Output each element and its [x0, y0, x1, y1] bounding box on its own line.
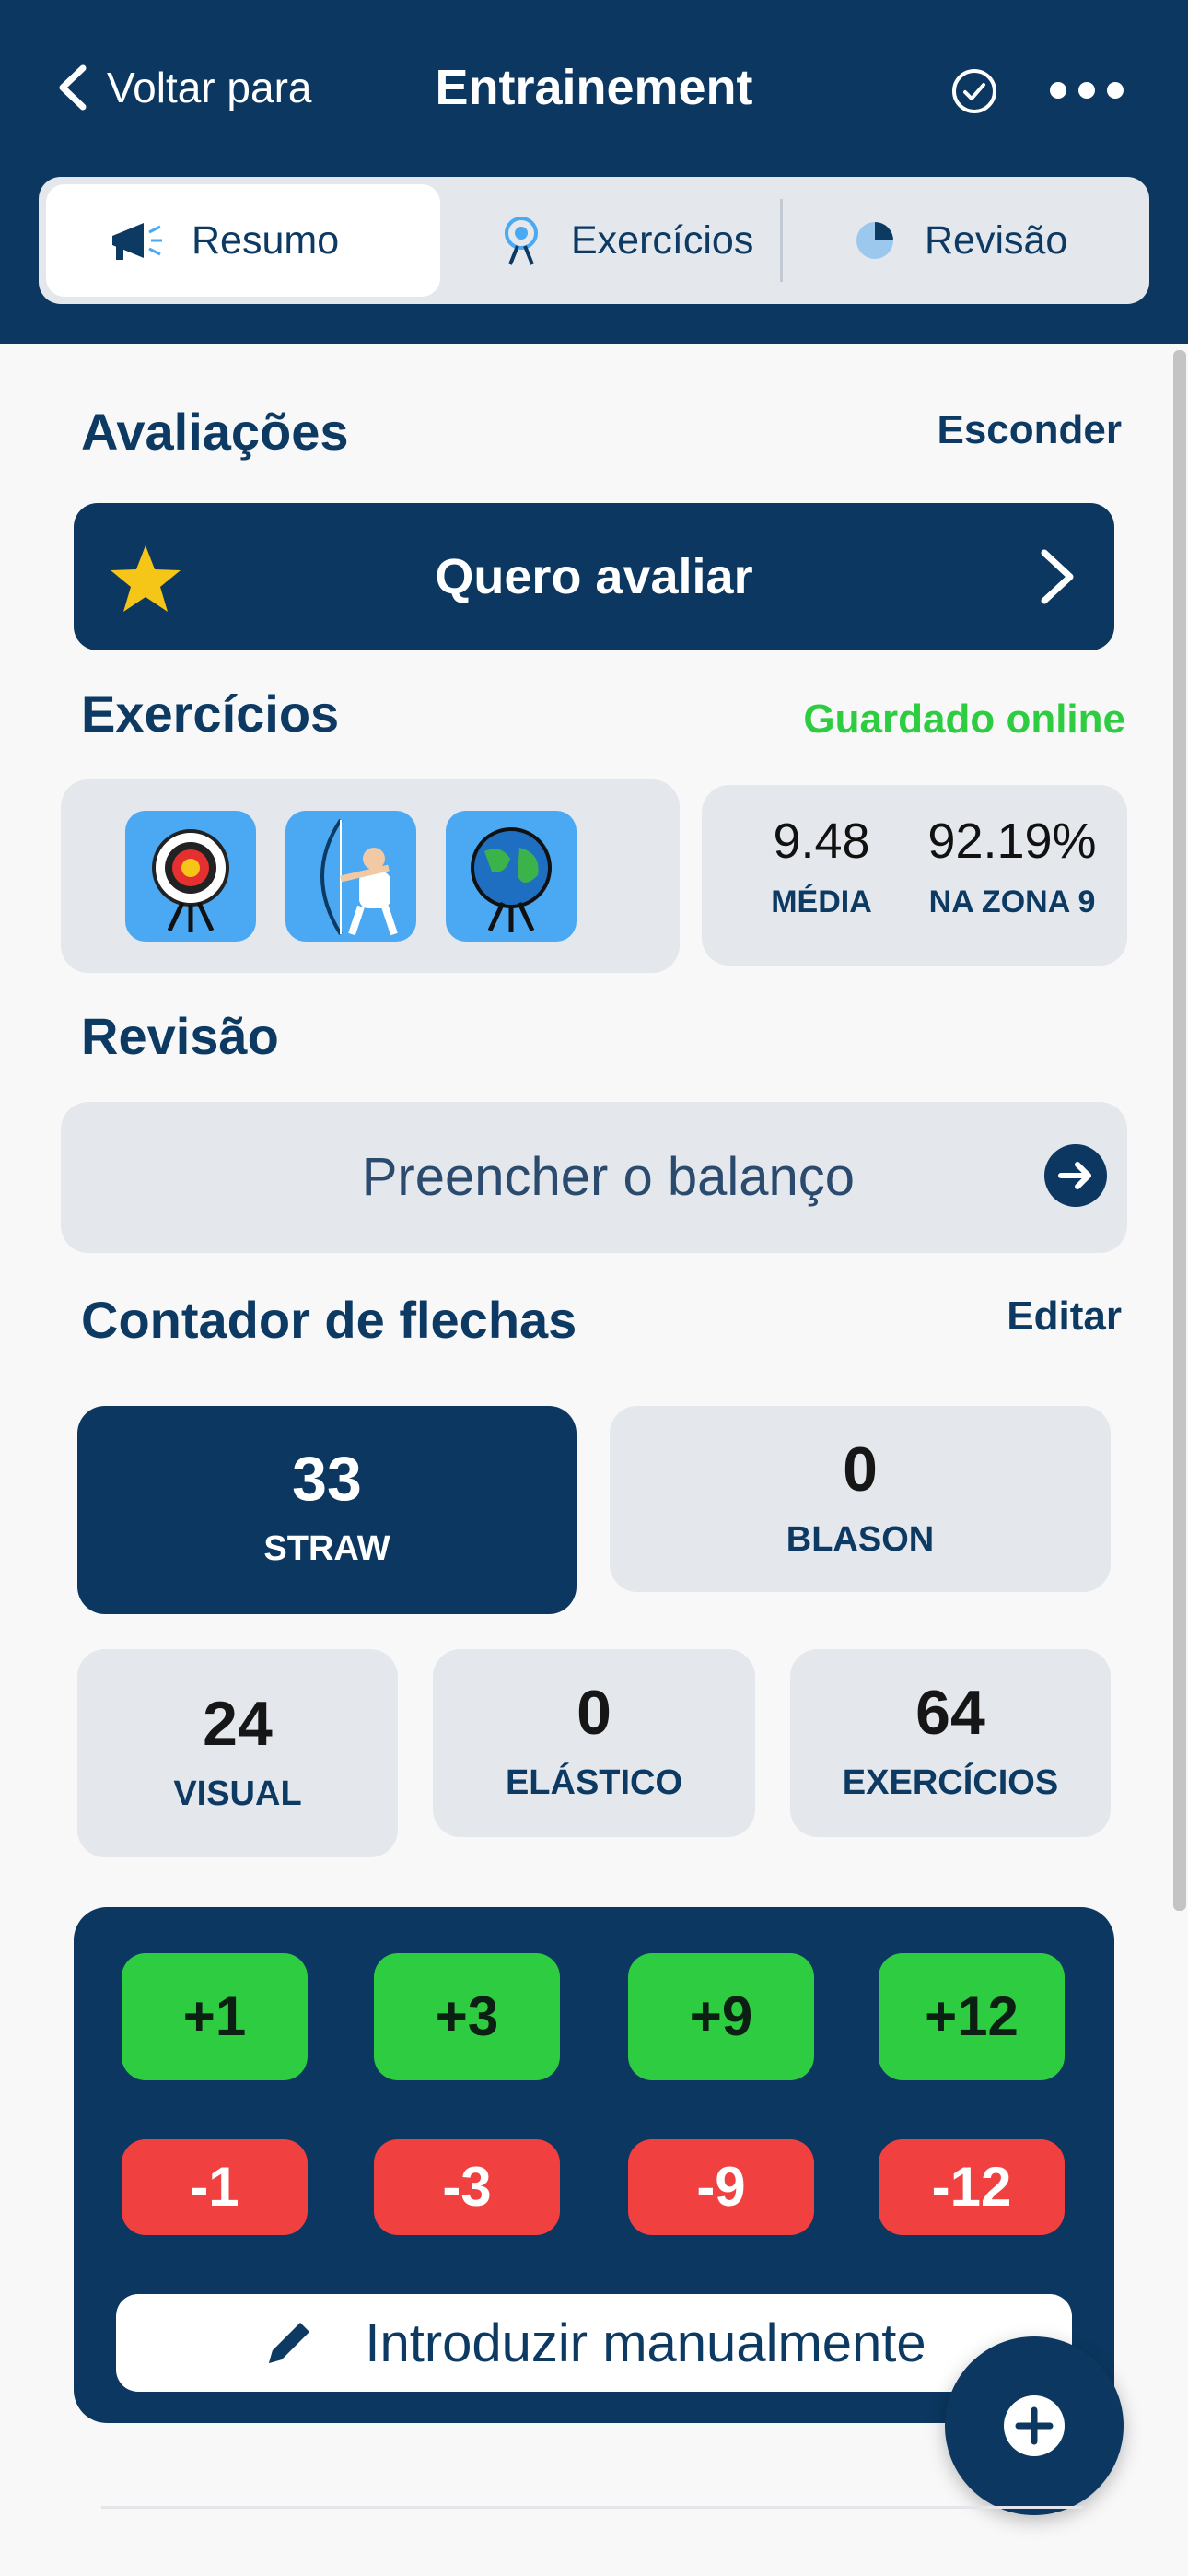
chevron-left-icon — [59, 64, 87, 111]
edit-counter-link[interactable]: Editar — [1007, 1294, 1122, 1340]
tab-summary[interactable]: Resumo — [46, 184, 440, 297]
plus-9-button[interactable]: +9 — [628, 1953, 814, 2080]
tab-exercises[interactable]: Exercícios — [453, 184, 766, 297]
archer-icon — [285, 811, 416, 942]
counter-label: EXERCÍCIOS — [842, 1763, 1059, 1802]
tab-label: Resumo — [192, 217, 340, 263]
plus-1-button[interactable]: +1 — [122, 1953, 308, 2080]
exercise-stats-card: 9.48 MÉDIA 92.19% NA ZONA 9 — [702, 785, 1127, 966]
plus-3-button[interactable]: +3 — [374, 1953, 560, 2080]
add-fab-button[interactable] — [945, 2336, 1124, 2515]
tab-label: Exercícios — [571, 217, 754, 263]
check-circle-icon[interactable] — [950, 67, 998, 115]
counter-value: 64 — [915, 1678, 985, 1748]
counter-blason[interactable]: 0 BLASON — [610, 1406, 1111, 1592]
page-title: Entrainement — [435, 60, 753, 115]
plus-circle-icon — [1004, 2395, 1065, 2456]
zone9-stat: 92.19% NA ZONA 9 — [915, 813, 1109, 920]
segmented-tabs: Resumo Exercícios Revisão — [39, 177, 1149, 304]
average-label: MÉDIA — [771, 884, 872, 919]
more-options-icon[interactable] — [1050, 74, 1124, 107]
counter-value: 0 — [843, 1434, 878, 1505]
earth-target-icon — [446, 811, 577, 942]
tab-label: Revisão — [925, 217, 1068, 263]
counter-value: 33 — [292, 1444, 362, 1514]
zone9-label: NA ZONA 9 — [928, 884, 1096, 919]
manual-entry-label: Introduzir manualmente — [365, 2313, 926, 2373]
scrollbar[interactable] — [1173, 350, 1186, 1911]
minus-3-button[interactable]: -3 — [374, 2139, 560, 2235]
rate-button[interactable]: Quero avaliar — [74, 503, 1114, 650]
divider — [101, 2506, 1083, 2509]
arrow-counter-title: Contador de flechas — [81, 1291, 577, 1349]
target-icon — [125, 811, 256, 942]
tab-divider — [780, 199, 783, 282]
tab-review[interactable]: Revisão — [794, 184, 1144, 297]
average-stat: 9.48 MÉDIA — [757, 813, 886, 920]
counter-label: VISUAL — [173, 1774, 302, 1813]
save-status: Guardado online — [803, 697, 1125, 742]
fill-review-button[interactable]: Preencher o balanço — [61, 1102, 1127, 1253]
counter-label: ELÁSTICO — [505, 1763, 683, 1802]
review-title: Revisão — [81, 1007, 279, 1065]
counter-label: STRAW — [263, 1529, 390, 1568]
back-button[interactable]: Voltar para — [55, 55, 311, 120]
rate-button-label: Quero avaliar — [435, 549, 753, 604]
arrow-counter-pad: +1 +3 +9 +12 -1 -3 -9 -12 Introduzir man… — [74, 1907, 1114, 2423]
pencil-icon — [269, 2323, 310, 2363]
target-stand-icon — [505, 217, 538, 265]
minus-12-button[interactable]: -12 — [879, 2139, 1065, 2235]
counter-label: BLASON — [786, 1520, 935, 1559]
hide-ratings-link[interactable]: Esconder — [937, 407, 1122, 453]
megaphone-icon — [112, 223, 162, 260]
back-label: Voltar para — [107, 64, 312, 111]
zone9-value: 92.19% — [927, 814, 1097, 869]
ratings-title: Avaliações — [81, 403, 349, 461]
minus-1-button[interactable]: -1 — [122, 2139, 308, 2235]
counter-value: 24 — [203, 1689, 273, 1759]
counter-value: 0 — [577, 1678, 611, 1748]
fill-review-label: Preencher o balanço — [361, 1147, 855, 1207]
exercise-icons-card[interactable] — [61, 779, 680, 973]
pie-chart-icon — [856, 222, 893, 259]
manual-entry-button[interactable]: Introduzir manualmente — [116, 2294, 1072, 2392]
counter-visual[interactable]: 24 VISUAL — [77, 1649, 398, 1857]
arrow-right-circle-icon — [1044, 1144, 1107, 1207]
minus-9-button[interactable]: -9 — [628, 2139, 814, 2235]
counter-exercises[interactable]: 64 EXERCÍCIOS — [790, 1649, 1111, 1837]
plus-12-button[interactable]: +12 — [879, 1953, 1065, 2080]
chevron-right-icon — [1041, 549, 1074, 604]
top-bar: Voltar para Entrainement Resumo Exercíci… — [0, 0, 1188, 344]
exercises-title: Exercícios — [81, 685, 340, 743]
counter-elastic[interactable]: 0 ELÁSTICO — [433, 1649, 755, 1837]
counter-straw[interactable]: 33 STRAW — [77, 1406, 577, 1614]
average-value: 9.48 — [773, 814, 870, 869]
